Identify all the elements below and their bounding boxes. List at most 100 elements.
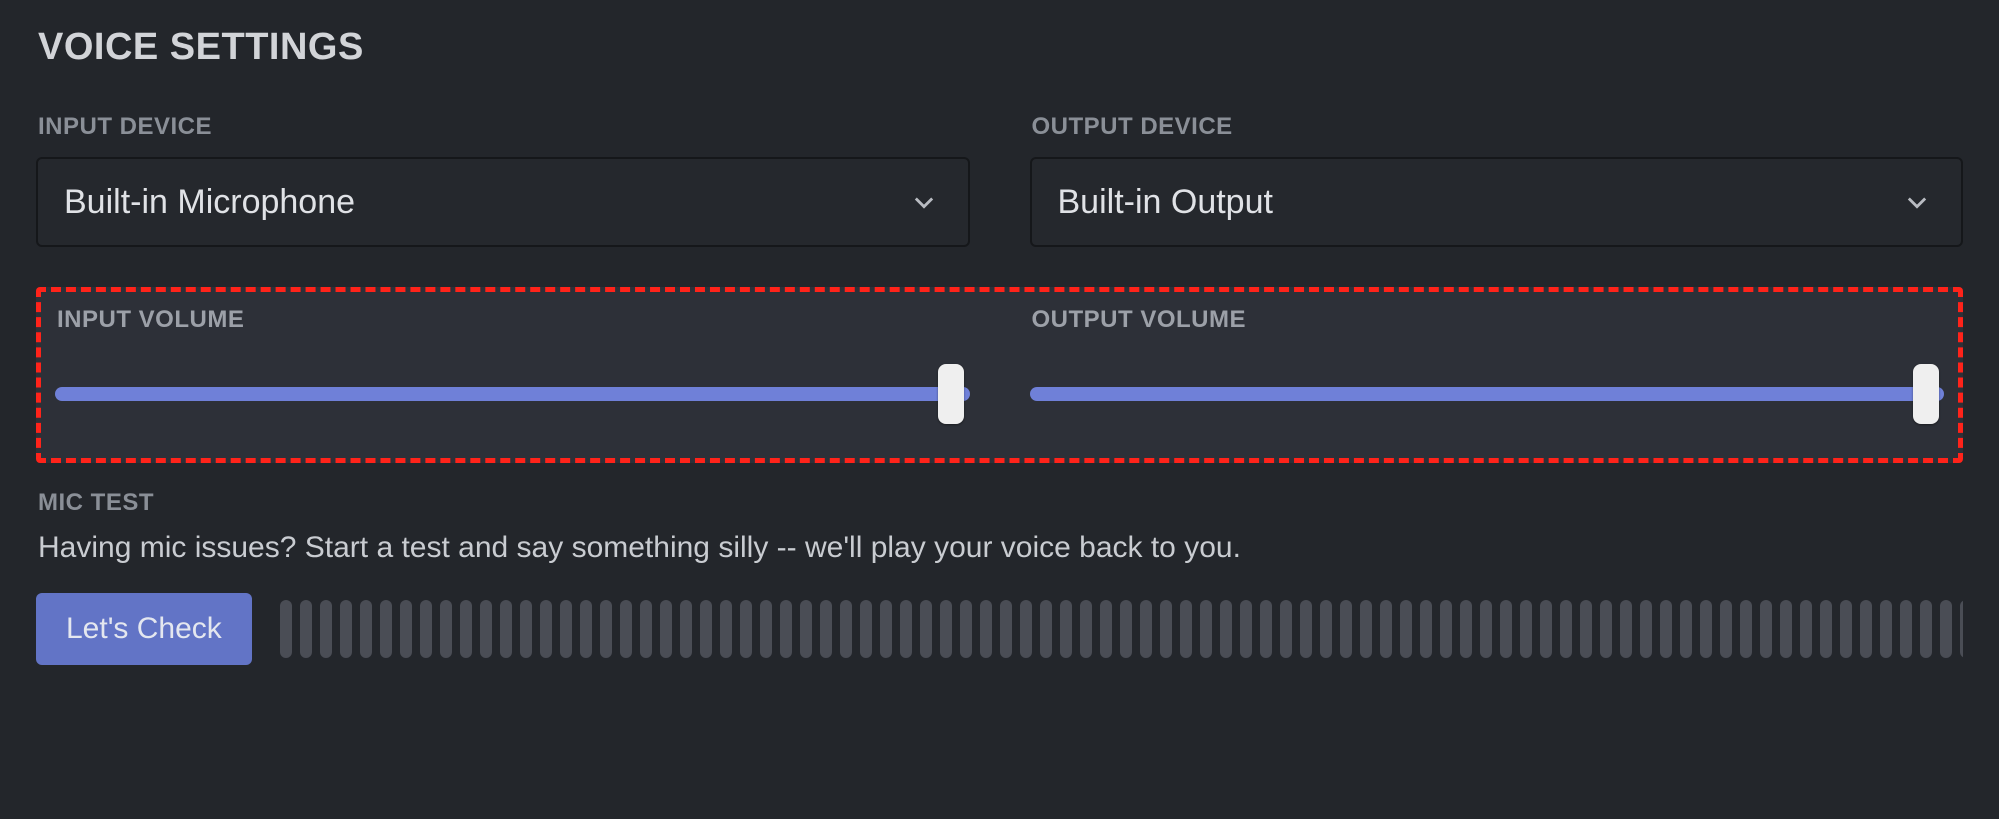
meter-segment — [1500, 600, 1512, 658]
page-title: VOICE SETTINGS — [38, 26, 1963, 69]
meter-segment — [1480, 600, 1492, 658]
meter-segment — [680, 600, 692, 658]
slider-thumb[interactable] — [938, 364, 964, 424]
meter-segment — [400, 600, 412, 658]
meter-segment — [1020, 600, 1032, 658]
meter-segment — [1720, 600, 1732, 658]
output-device-col: OUTPUT DEVICE Built-in Output — [1030, 113, 1964, 247]
meter-segment — [320, 600, 332, 658]
meter-segment — [1520, 600, 1532, 658]
meter-segment — [280, 600, 292, 658]
meter-segment — [960, 600, 972, 658]
voice-settings-panel: VOICE SETTINGS INPUT DEVICE Built-in Mic… — [0, 0, 1999, 695]
output-volume-slider[interactable] — [1030, 374, 1945, 414]
meter-segment — [1260, 600, 1272, 658]
meter-segment — [980, 600, 992, 658]
meter-segment — [1040, 600, 1052, 658]
meter-segment — [740, 600, 752, 658]
output-device-dropdown[interactable]: Built-in Output — [1030, 157, 1964, 247]
volume-row: INPUT VOLUME OUTPUT VOLUME — [55, 306, 1944, 414]
mic-test-row: Let's Check — [36, 593, 1963, 665]
meter-segment — [1120, 600, 1132, 658]
meter-segment — [880, 600, 892, 658]
input-volume-slider[interactable] — [55, 374, 970, 414]
device-row: INPUT DEVICE Built-in Microphone OUTPUT … — [36, 113, 1963, 247]
meter-segment — [1240, 600, 1252, 658]
meter-segment — [1660, 600, 1672, 658]
meter-segment — [640, 600, 652, 658]
meter-segment — [1060, 600, 1072, 658]
meter-segment — [1880, 600, 1892, 658]
meter-segment — [1200, 600, 1212, 658]
slider-track — [1030, 387, 1945, 401]
output-device-label: OUTPUT DEVICE — [1032, 113, 1964, 141]
input-device-selected: Built-in Microphone — [64, 183, 355, 222]
meter-segment — [1760, 600, 1772, 658]
meter-segment — [1540, 600, 1552, 658]
mic-level-meter — [280, 593, 1963, 665]
lets-check-button[interactable]: Let's Check — [36, 593, 252, 665]
meter-segment — [500, 600, 512, 658]
input-device-label: INPUT DEVICE — [38, 113, 970, 141]
meter-segment — [920, 600, 932, 658]
meter-segment — [560, 600, 572, 658]
meter-segment — [1160, 600, 1172, 658]
meter-segment — [660, 600, 672, 658]
output-volume-label: OUTPUT VOLUME — [1032, 306, 1945, 334]
meter-segment — [460, 600, 472, 658]
meter-segment — [900, 600, 912, 658]
meter-segment — [480, 600, 492, 658]
meter-segment — [580, 600, 592, 658]
meter-segment — [1640, 600, 1652, 658]
meter-segment — [1920, 600, 1932, 658]
meter-segment — [1420, 600, 1432, 658]
meter-segment — [1400, 600, 1412, 658]
slider-thumb[interactable] — [1913, 364, 1939, 424]
meter-segment — [1600, 600, 1612, 658]
meter-segment — [1940, 600, 1952, 658]
output-volume-col: OUTPUT VOLUME — [1030, 306, 1945, 414]
input-volume-label: INPUT VOLUME — [57, 306, 970, 334]
meter-segment — [1620, 600, 1632, 658]
meter-segment — [1320, 600, 1332, 658]
meter-segment — [600, 600, 612, 658]
meter-segment — [520, 600, 532, 658]
meter-segment — [1800, 600, 1812, 658]
mic-test-section: MIC TEST Having mic issues? Start a test… — [36, 489, 1963, 665]
meter-segment — [720, 600, 732, 658]
meter-segment — [1380, 600, 1392, 658]
mic-test-label: MIC TEST — [38, 489, 1963, 517]
meter-segment — [1220, 600, 1232, 658]
meter-segment — [380, 600, 392, 658]
meter-segment — [1180, 600, 1192, 658]
mic-test-description: Having mic issues? Start a test and say … — [38, 531, 1963, 565]
meter-segment — [1280, 600, 1292, 658]
input-volume-col: INPUT VOLUME — [55, 306, 970, 414]
meter-segment — [1100, 600, 1112, 658]
meter-segment — [1000, 600, 1012, 658]
meter-segment — [1840, 600, 1852, 658]
meter-segment — [760, 600, 772, 658]
input-device-dropdown[interactable]: Built-in Microphone — [36, 157, 970, 247]
meter-segment — [860, 600, 872, 658]
volume-highlight-box: INPUT VOLUME OUTPUT VOLUME — [36, 287, 1963, 463]
output-device-selected: Built-in Output — [1058, 183, 1273, 222]
meter-segment — [820, 600, 832, 658]
meter-segment — [1140, 600, 1152, 658]
chevron-down-icon — [1903, 188, 1931, 216]
meter-segment — [1580, 600, 1592, 658]
meter-segment — [800, 600, 812, 658]
meter-segment — [1080, 600, 1092, 658]
meter-segment — [1440, 600, 1452, 658]
meter-segment — [700, 600, 712, 658]
meter-segment — [1560, 600, 1572, 658]
meter-segment — [1340, 600, 1352, 658]
meter-segment — [1300, 600, 1312, 658]
meter-segment — [360, 600, 372, 658]
meter-segment — [1740, 600, 1752, 658]
meter-segment — [1780, 600, 1792, 658]
meter-segment — [1860, 600, 1872, 658]
meter-segment — [420, 600, 432, 658]
meter-segment — [840, 600, 852, 658]
meter-segment — [1820, 600, 1832, 658]
